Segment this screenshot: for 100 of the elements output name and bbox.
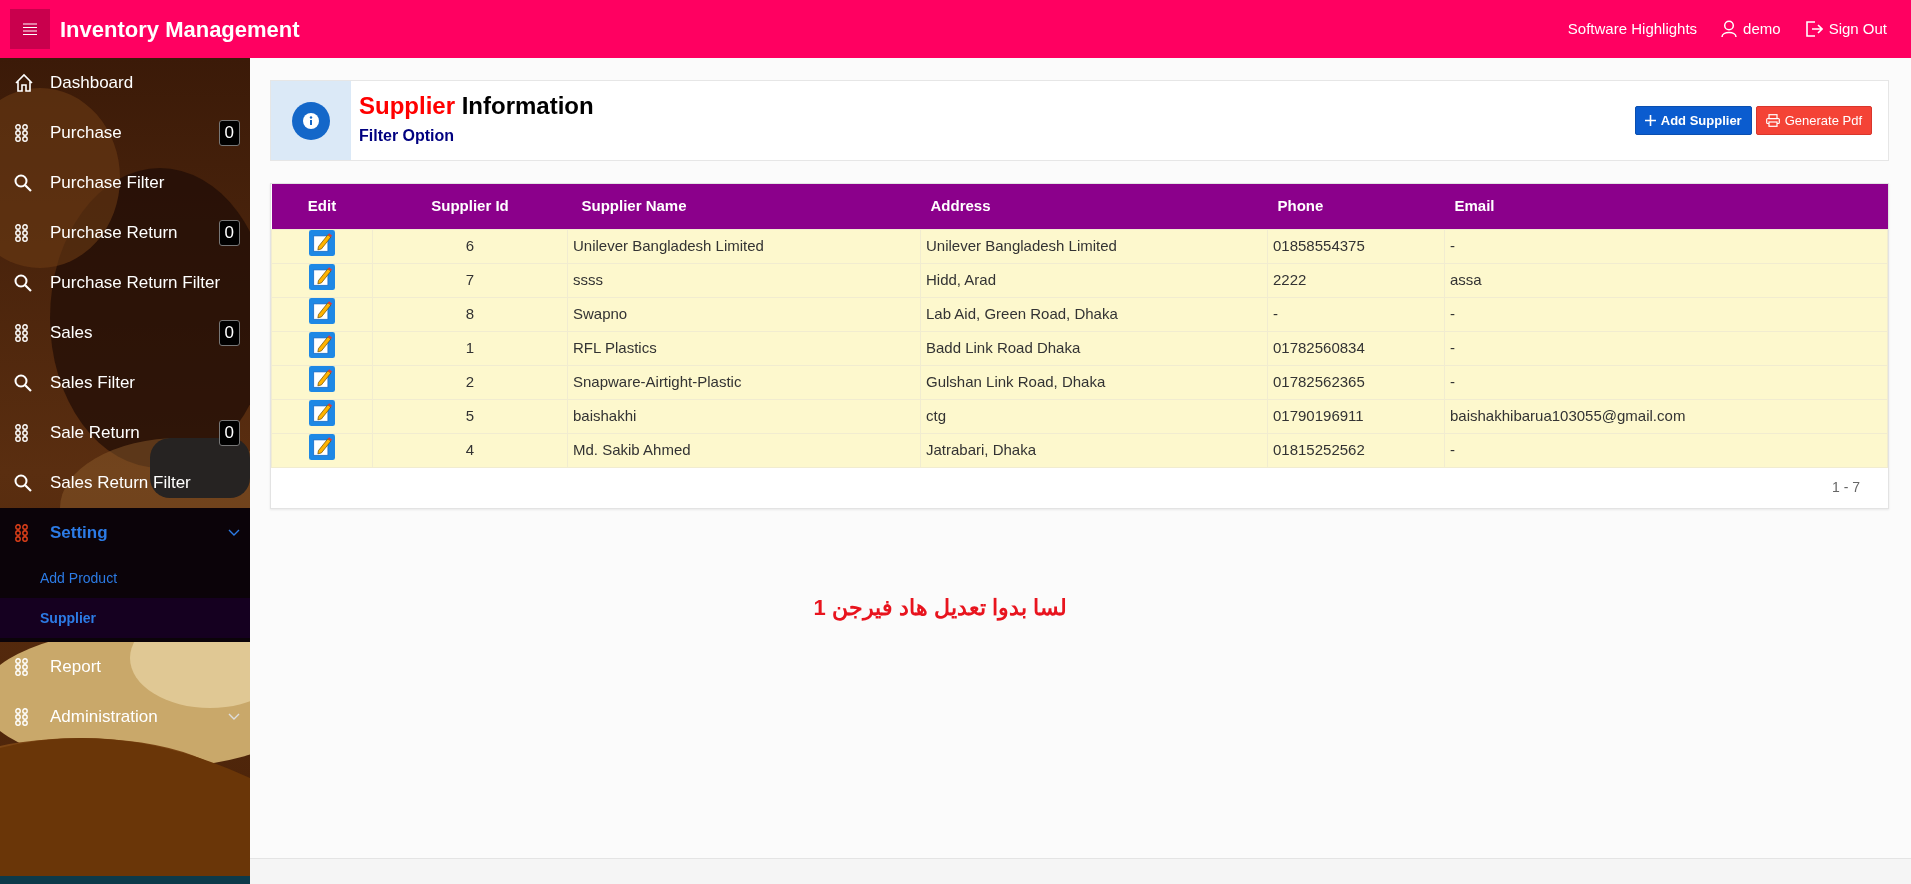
chevron-down-icon bbox=[228, 529, 240, 537]
sidebar-item[interactable]: Sales Filter bbox=[0, 358, 250, 408]
search-icon bbox=[14, 274, 32, 292]
edit-icon bbox=[309, 297, 335, 324]
edit-button[interactable] bbox=[309, 229, 335, 256]
column-header: Email bbox=[1444, 184, 1888, 229]
edit-icon bbox=[309, 365, 335, 392]
table-cell: 8 bbox=[372, 297, 568, 331]
table-cell: 2 bbox=[372, 365, 568, 399]
note-text: لسا بدوا تعديل هاد فيرجن 1 bbox=[813, 593, 1068, 623]
table-cell: 5 bbox=[372, 399, 568, 433]
table-cell: baishakhi bbox=[567, 399, 921, 433]
table-cell: ssss bbox=[567, 263, 921, 297]
chevron-icon bbox=[228, 713, 240, 721]
dots-grid-icon bbox=[14, 708, 29, 726]
user-icon bbox=[1721, 20, 1738, 38]
table-cell: 01815252562 bbox=[1267, 433, 1445, 467]
edit-icon bbox=[309, 263, 335, 290]
count-badge: 0 bbox=[218, 420, 240, 446]
search-icon bbox=[14, 474, 32, 492]
table-cell: Badd Link Road Dhaka bbox=[920, 331, 1268, 365]
info-icon bbox=[291, 100, 331, 141]
sidebar-item[interactable]: Purchase Return Filter bbox=[0, 258, 250, 308]
table-cell: 01782562365 bbox=[1267, 365, 1445, 399]
edit-icon bbox=[309, 331, 335, 358]
table-cell: Md. Sakib Ahmed bbox=[567, 433, 921, 467]
column-header: Supplier Name bbox=[567, 184, 921, 229]
dots-grid-icon bbox=[14, 124, 29, 142]
table-cell: 1 bbox=[372, 331, 568, 365]
add-button[interactable]: Add Supplier bbox=[1634, 105, 1752, 136]
sidebar-item[interactable]: Purchase Return 0 bbox=[0, 208, 250, 258]
table-cell: Snapware-Airtight-Plastic bbox=[567, 365, 921, 399]
sidebar-item[interactable]: Setting bbox=[0, 508, 250, 558]
table-cell: Lab Aid, Green Road, Dhaka bbox=[920, 297, 1268, 331]
column-header: Supplier Id bbox=[372, 184, 568, 229]
page-title: Supplier Information bbox=[359, 93, 594, 120]
edit-icon bbox=[309, 433, 335, 460]
table-cell: 01858554375 bbox=[1267, 229, 1445, 263]
edit-button[interactable] bbox=[309, 433, 335, 460]
table-cell: 2222 bbox=[1267, 263, 1445, 297]
table-cell: 7 bbox=[372, 263, 568, 297]
edit-button[interactable] bbox=[309, 297, 335, 324]
search-icon bbox=[14, 174, 32, 192]
table-cell: 01782560834 bbox=[1267, 331, 1445, 365]
menu-button[interactable] bbox=[10, 9, 50, 49]
edit-button[interactable] bbox=[309, 399, 335, 426]
table-cell: Swapno bbox=[567, 297, 921, 331]
submenu-item[interactable]: Supplier bbox=[0, 598, 250, 638]
top-link[interactable]: Software Highlights bbox=[1567, 17, 1698, 41]
edit-button[interactable] bbox=[309, 365, 335, 392]
edit-icon bbox=[309, 229, 335, 256]
dots-grid-icon bbox=[14, 524, 29, 542]
table-cell: baishakhibarua103055@gmail.com bbox=[1444, 399, 1888, 433]
pdf-button[interactable]: Generate Pdf bbox=[1755, 105, 1872, 136]
count-badge: 0 bbox=[218, 120, 240, 146]
dots-grid-icon bbox=[14, 424, 29, 442]
printer-icon bbox=[1765, 114, 1780, 127]
table-cell: Unilever Bangladesh Limited bbox=[567, 229, 921, 263]
search-icon bbox=[14, 374, 32, 392]
table-cell: - bbox=[1444, 365, 1888, 399]
table-cell: 01790196911 bbox=[1267, 399, 1445, 433]
edit-icon bbox=[309, 399, 335, 426]
sidebar-item[interactable]: Dashboard bbox=[0, 58, 250, 108]
table-cell: - bbox=[1267, 297, 1445, 331]
edit-button[interactable] bbox=[309, 331, 335, 358]
table-cell: 4 bbox=[372, 433, 568, 467]
table-cell: Jatrabari, Dhaka bbox=[920, 433, 1268, 467]
submenu-item[interactable]: Add Product bbox=[0, 558, 250, 598]
table-cell: Unilever Bangladesh Limited bbox=[920, 229, 1268, 263]
sidebar-item[interactable]: Sale Return 0 bbox=[0, 408, 250, 458]
pagination-range: 1 - 7 bbox=[1832, 478, 1860, 497]
table-cell: RFL Plastics bbox=[567, 331, 921, 365]
dots-grid-icon bbox=[14, 324, 29, 342]
table-cell: ctg bbox=[920, 399, 1268, 433]
menu-icon bbox=[23, 23, 37, 35]
table-cell: - bbox=[1444, 297, 1888, 331]
sidebar-item[interactable]: Purchase Filter bbox=[0, 158, 250, 208]
column-header: Edit bbox=[271, 184, 373, 229]
count-badge: 0 bbox=[218, 320, 240, 346]
table-cell: Hidd, Arad bbox=[920, 263, 1268, 297]
table-cell: - bbox=[1444, 229, 1888, 263]
sign-out-icon bbox=[1804, 20, 1823, 38]
edit-button[interactable] bbox=[309, 263, 335, 290]
home-icon bbox=[14, 73, 34, 93]
filter-option-link[interactable]: Filter Option bbox=[359, 123, 594, 148]
table-cell: assa bbox=[1444, 263, 1888, 297]
sidebar-item[interactable]: Sales Return Filter bbox=[0, 458, 250, 508]
top-link[interactable]: Sign Out bbox=[1804, 17, 1887, 41]
table-cell: Gulshan Link Road, Dhaka bbox=[920, 365, 1268, 399]
table-cell: - bbox=[1444, 331, 1888, 365]
top-link[interactable]: demo bbox=[1721, 17, 1781, 41]
dots-grid-icon bbox=[14, 224, 29, 242]
column-header: Phone bbox=[1267, 184, 1445, 229]
table-cell: 6 bbox=[372, 229, 568, 263]
table-cell: - bbox=[1444, 433, 1888, 467]
app-title: Inventory Management bbox=[60, 15, 300, 44]
sidebar-item[interactable]: Sales 0 bbox=[0, 308, 250, 358]
count-badge: 0 bbox=[218, 220, 240, 246]
sidebar-item[interactable]: Purchase 0 bbox=[0, 108, 250, 158]
dots-grid-icon bbox=[14, 658, 29, 676]
